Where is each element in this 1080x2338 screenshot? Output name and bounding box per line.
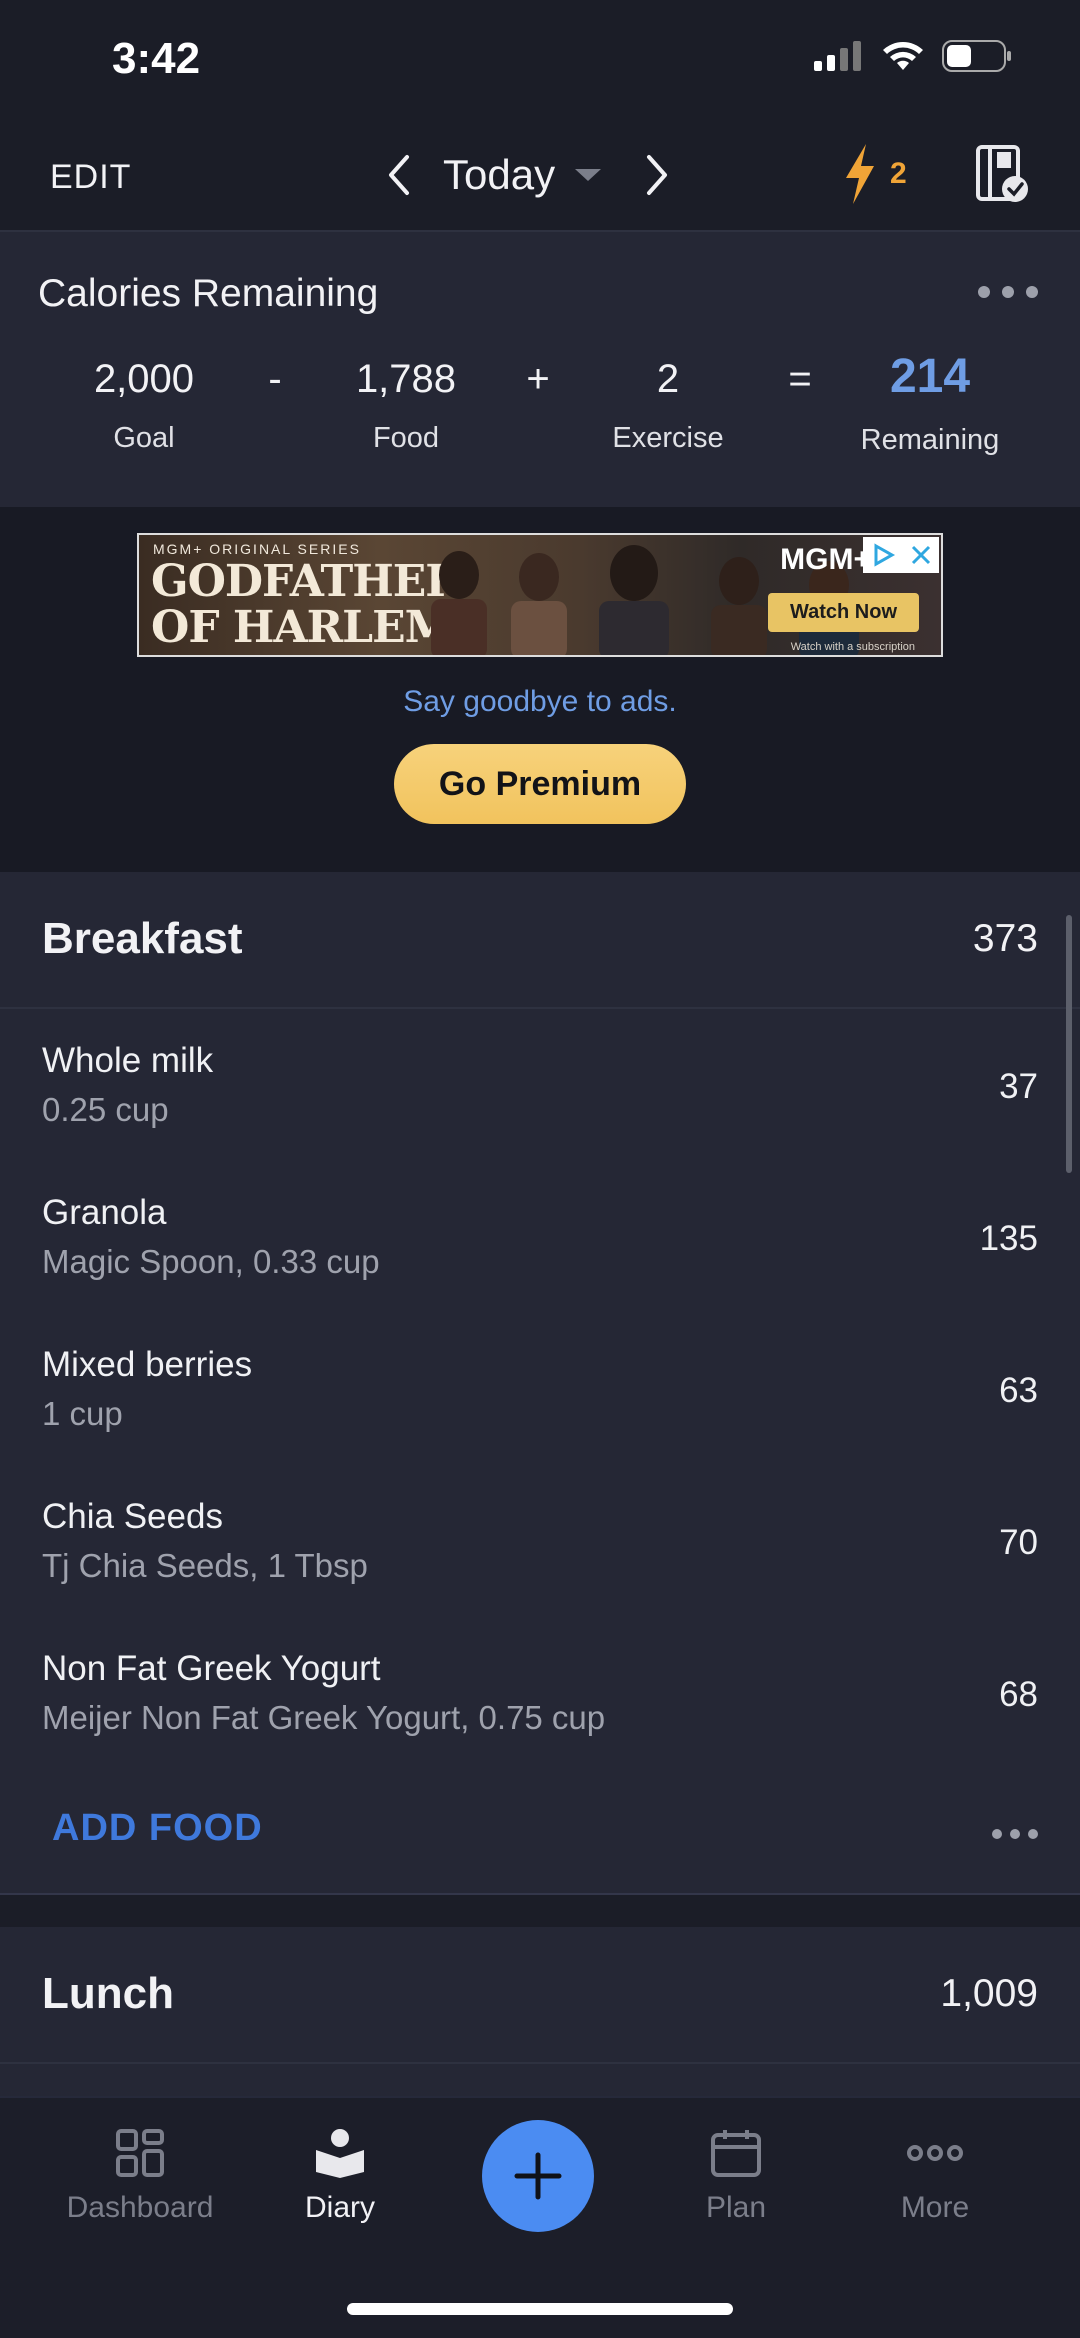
meal-more-icon[interactable] [992,1829,1038,1839]
food-description: Tj Chia Seeds, 1 Tbsp [42,1547,368,1584]
food-calories: 63 [999,1371,1038,1410]
go-premium-button[interactable]: Go Premium [394,744,686,824]
food-value: 1,788 [355,357,457,401]
calendar-icon [711,2130,761,2177]
food-calories: 37 [999,1067,1038,1106]
calorie-equation: 2,000 Goal - 1,788 Food + 2 Exercise = 2… [0,350,1080,497]
battery-icon [942,40,1011,72]
tab-dashboard[interactable]: Dashboard [50,2128,230,2225]
meal-calories: 1,009 [940,1972,1038,2015]
food-calories: 70 [999,1523,1038,1562]
food-name: Whole milk [42,1041,214,1080]
scrollbar[interactable] [1066,915,1072,1173]
remove-ads-text[interactable]: Say goodbye to ads. [0,685,1080,719]
tab-label: Diary [304,2191,375,2224]
chevron-left-icon[interactable] [385,153,415,197]
remaining-label: Remaining [860,424,1000,456]
tab-diary[interactable]: Diary [250,2128,430,2225]
streak-count: 2 [890,157,907,190]
status-time: 3:42 [112,34,201,83]
food-calories: 135 [979,1219,1038,1258]
ad-region: MGM+ ORIGINAL SERIES GODFATHER OF HARLEM… [0,507,1080,872]
food-label: Food [372,422,440,454]
food-calories: 68 [999,1675,1038,1714]
home-indicator[interactable] [347,2303,733,2315]
ad-brand: MGM+ [780,543,871,576]
tab-label: Dashboard [66,2191,214,2224]
food-name: Non Fat Greek Yogurt [42,1649,381,1688]
close-icon[interactable] [909,543,933,567]
exercise-value: 2 [656,357,680,401]
food-item[interactable]: Mixed berries 1 cup 63 [0,1313,1080,1465]
breakfast-section: Breakfast 373 Whole milk 0.25 cup 37 Gra… [0,872,1080,1895]
add-food-button[interactable]: ADD FOOD [52,1807,263,1850]
status-icons [814,40,1012,72]
more-dots-icon [907,2145,963,2161]
food-description: Magic Spoon, 0.33 cup [42,1243,380,1280]
ad-fine-print: Watch with a subscription [790,641,915,653]
wifi-icon [883,42,923,70]
more-options-icon[interactable] [978,286,1038,298]
dashboard-grid-icon [116,2129,164,2177]
ad-choices[interactable] [863,537,939,573]
food-description: 1 cup [42,1395,123,1432]
add-food-row: ADD FOOD [0,1769,1080,1895]
ad-watch-now-button[interactable]: Watch Now [767,593,919,632]
meal-calories: 373 [972,917,1038,960]
food-item[interactable]: Non Fat Greek Yogurt Meijer Non Fat Gree… [0,1617,1080,1769]
signal-icon [814,41,861,71]
date-navigator: Today [385,142,671,208]
notebook-check-icon [976,145,1028,202]
food-item[interactable]: Granola Magic Spoon, 0.33 cup 135 [0,1161,1080,1313]
breakfast-header[interactable]: Breakfast 373 [0,872,1080,1009]
food-item[interactable]: Whole milk 0.25 cup 37 [0,1009,1080,1161]
food-item[interactable]: Chia Seeds Tj Chia Seeds, 1 Tbsp 70 [0,1465,1080,1617]
food-column: 1,788 Food [306,357,506,455]
lightning-bolt-icon [846,144,874,204]
ad-banner[interactable]: MGM+ ORIGINAL SERIES GODFATHER OF HARLEM… [137,533,943,657]
calories-remaining-card[interactable]: Calories Remaining 2,000 Goal - 1,788 Fo… [0,232,1080,507]
ad-title: GODFATHER OF HARLEM [151,556,462,653]
chevron-right-icon[interactable] [641,153,671,197]
tab-plan[interactable]: Plan [646,2128,826,2225]
goal-value: 2,000 [93,357,195,401]
remaining-value: 214 [889,350,971,403]
ad-series-label: MGM+ ORIGINAL SERIES [153,541,361,557]
plus-operator: + [526,357,550,401]
tab-more[interactable]: More [845,2128,1025,2225]
remaining-column: 214 Remaining [830,350,1030,457]
status-bar: 3:42 [0,0,1080,120]
equals-operator: = [788,357,812,401]
caret-down-icon[interactable] [573,165,603,185]
plus-icon [514,2152,562,2200]
streak-indicator[interactable]: 2 [840,142,907,206]
exercise-label: Exercise [612,422,724,454]
goal-label: Goal [113,422,175,454]
food-description: 0.25 cup [42,1091,169,1128]
goal-column: 2,000 Goal [44,357,244,455]
adchoices-icon[interactable] [870,542,896,568]
exercise-column: 2 Exercise [568,357,768,455]
add-entry-button[interactable] [482,2120,594,2232]
minus-operator: - [268,357,282,401]
bottom-tab-bar: Dashboard Diary Plan More [0,2096,1080,2338]
tab-label: More [900,2191,970,2224]
food-name: Chia Seeds [42,1497,223,1536]
diary-header: EDIT Today 2 [0,120,1080,232]
diary-book-icon [316,2129,364,2178]
date-label[interactable]: Today [443,151,555,199]
edit-button[interactable]: EDIT [50,158,131,197]
meal-name: Lunch [42,1969,174,2018]
tab-label: Plan [705,2191,767,2224]
lunch-section: Lunch 1,009 [0,1927,1080,2096]
food-description: Meijer Non Fat Greek Yogurt, 0.75 cup [42,1699,606,1736]
food-name: Mixed berries [42,1345,253,1384]
calories-title: Calories Remaining [38,272,379,315]
complete-diary-button[interactable] [975,144,1029,209]
food-name: Granola [42,1193,167,1232]
lunch-header[interactable]: Lunch 1,009 [0,1927,1080,2064]
meal-name: Breakfast [42,914,243,963]
